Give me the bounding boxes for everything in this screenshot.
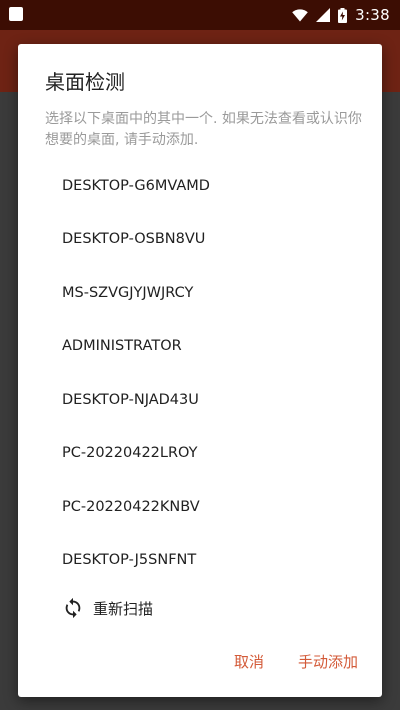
manual-add-button[interactable]: 手动添加: [298, 651, 358, 672]
status-bar: 3:38: [0, 0, 400, 30]
wifi-icon: [292, 8, 308, 21]
device-item[interactable]: DESKTOP-OSBN8VU: [18, 213, 382, 267]
dialog-description: 选择以下桌面中的其中一个. 如果无法查看或认识你想要的桌面, 请手动添加.: [45, 111, 362, 148]
dialog-actions: 取消 手动添加: [234, 644, 358, 678]
device-item[interactable]: DESKTOP-J5SNFNT: [18, 534, 382, 588]
dialog-title: 桌面检测: [45, 70, 125, 94]
battery-charging-icon: [338, 7, 348, 23]
device-item[interactable]: DESKTOP-G6MVAMD: [18, 159, 382, 213]
device-item[interactable]: PC-20220422LROY: [18, 427, 382, 481]
refresh-icon: [65, 597, 81, 619]
status-indicators: 3:38: [292, 0, 390, 30]
device-list: DESKTOP-G6MVAMD DESKTOP-OSBN8VU MS-SZVGJ…: [18, 159, 382, 587]
device-item[interactable]: MS-SZVGJYJWJRCY: [18, 266, 382, 320]
rescan-label: 重新扫描: [93, 599, 154, 618]
cellular-signal-icon: [316, 8, 331, 22]
rescan-button[interactable]: 重新扫描: [62, 592, 153, 624]
device-item[interactable]: DESKTOP-NJAD43U: [18, 373, 382, 427]
cancel-button[interactable]: 取消: [234, 651, 264, 672]
device-item[interactable]: PC-20220422KNBV: [18, 480, 382, 534]
notification-icon: [9, 7, 23, 21]
desktop-detection-dialog: 桌面检测 选择以下桌面中的其中一个. 如果无法查看或认识你想要的桌面, 请手动添…: [18, 44, 382, 697]
status-time: 3:38: [355, 6, 390, 24]
device-item[interactable]: ADMINISTRATOR: [18, 320, 382, 374]
